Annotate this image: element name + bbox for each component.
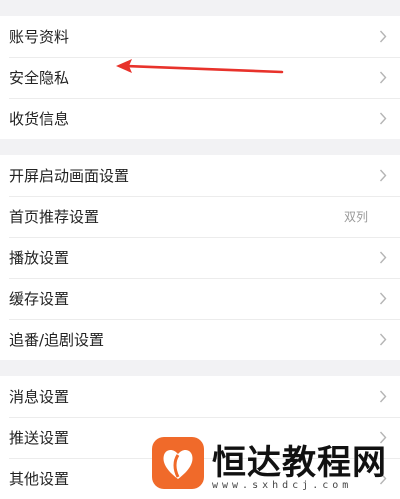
settings-item-account-profile[interactable]: 账号资料: [0, 16, 400, 57]
settings-item-label: 追番/追剧设置: [9, 331, 105, 349]
settings-item-label: 收货信息: [9, 110, 70, 128]
settings-item-other[interactable]: 其他设置: [0, 458, 400, 499]
settings-item-label: 安全隐私: [9, 69, 70, 87]
settings-item-splash-screen[interactable]: 开屏启动画面设置: [0, 155, 400, 196]
settings-item-label: 推送设置: [9, 429, 70, 447]
group-spacer: [0, 360, 400, 376]
chevron-right-icon: [378, 431, 388, 445]
chevron-right-icon: [378, 169, 388, 183]
chevron-right-icon: [378, 333, 388, 347]
settings-item-label: 账号资料: [9, 28, 70, 46]
settings-group-account: 账号资料 安全隐私 收货信息: [0, 16, 400, 139]
chevron-right-icon: [378, 71, 388, 85]
settings-item-label: 播放设置: [9, 249, 70, 267]
settings-item-follow-series[interactable]: 追番/追剧设置: [0, 319, 400, 360]
settings-item-label: 开屏启动画面设置: [9, 167, 130, 185]
chevron-right-icon: [378, 251, 388, 265]
settings-item-label: 首页推荐设置: [9, 208, 100, 226]
settings-item-value: 双列: [343, 210, 368, 224]
settings-item-push[interactable]: 推送设置: [0, 417, 400, 458]
settings-item-label: 其他设置: [9, 470, 70, 488]
chevron-right-icon: [378, 30, 388, 44]
settings-item-home-recommend[interactable]: 首页推荐设置 双列: [0, 196, 400, 237]
top-spacer: [0, 0, 400, 16]
settings-item-security-privacy[interactable]: 安全隐私: [0, 57, 400, 98]
settings-item-label: 缓存设置: [9, 290, 70, 308]
group-spacer: [0, 139, 400, 155]
chevron-right-icon: [378, 390, 388, 404]
settings-item-cache[interactable]: 缓存设置: [0, 278, 400, 319]
settings-group-notify: 消息设置 推送设置 其他设置: [0, 376, 400, 499]
settings-item-label: 消息设置: [9, 388, 70, 406]
settings-item-playback[interactable]: 播放设置: [0, 237, 400, 278]
chevron-right-icon: [378, 112, 388, 126]
settings-page: 账号资料 安全隐私 收货信息 开屏启动画面设置 首页推荐设置 双列 播放设置 缓…: [0, 0, 400, 499]
settings-item-messages[interactable]: 消息设置: [0, 376, 400, 417]
chevron-right-icon: [378, 292, 388, 306]
chevron-right-icon: [378, 472, 388, 486]
settings-item-shipping-info[interactable]: 收货信息: [0, 98, 400, 139]
settings-group-app: 开屏启动画面设置 首页推荐设置 双列 播放设置 缓存设置 追番/追剧设置: [0, 155, 400, 360]
